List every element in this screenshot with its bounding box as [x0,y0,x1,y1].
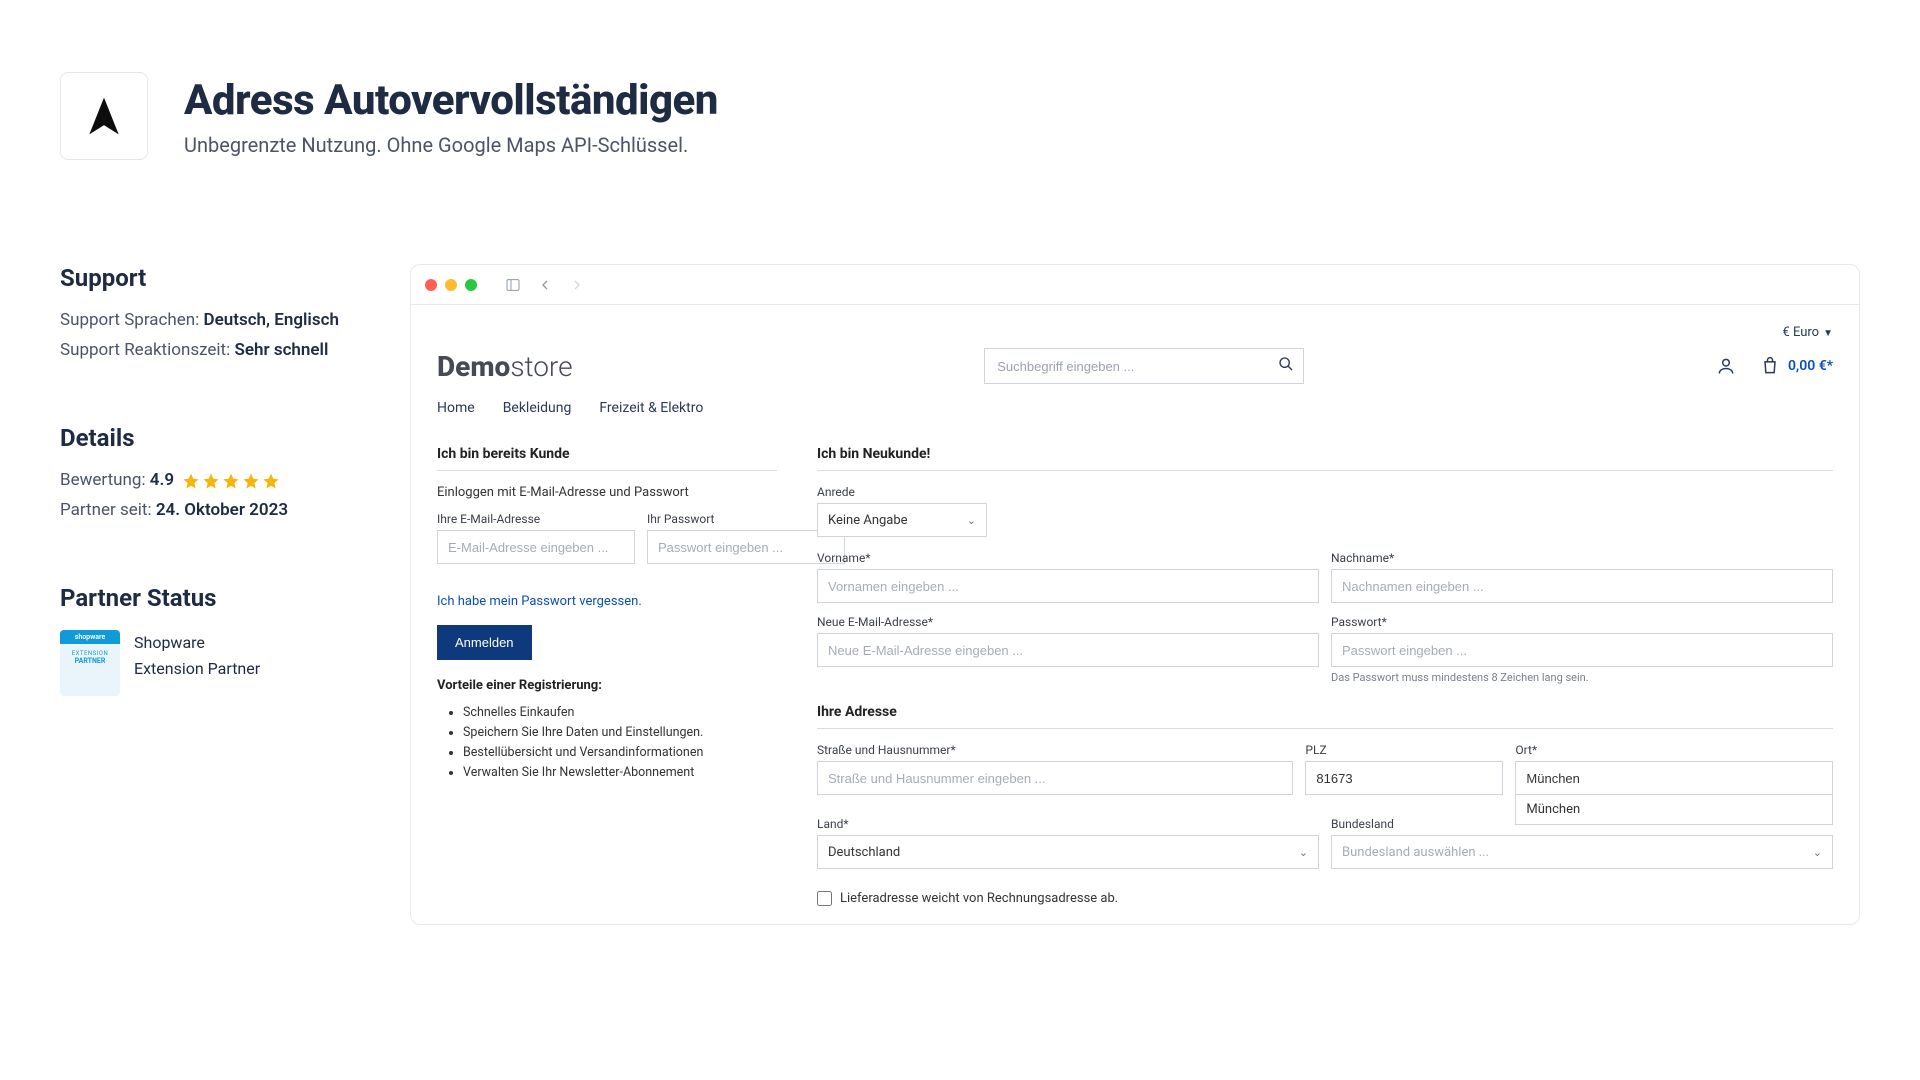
support-heading: Support [60,264,350,292]
firstname-label: Vorname* [817,551,1319,565]
login-email-label: Ihre E-Mail-Adresse [437,512,635,526]
badge-bot: PARTNER [60,657,120,665]
partner-since-value: 24. Oktober 2023 [156,500,288,520]
state-select[interactable]: Bundesland auswählen ... ⌄ [1331,835,1833,869]
cart-button[interactable]: 0,00 €* [1760,356,1833,376]
support-react-value: Sehr schnell [234,340,328,360]
partner-status-heading: Partner Status [60,584,350,612]
details-section: Details Bewertung: 4.9 [60,424,350,520]
benefit-item: Bestellübersicht und Versandinformatione… [463,743,777,763]
diff-shipping-checkbox[interactable] [817,891,832,906]
navigation-arrow-icon [82,94,126,138]
sidebar-toggle-icon[interactable] [505,277,521,293]
chevron-down-icon: ⌄ [967,514,976,527]
partner-status-section: Partner Status shopware EXTENSION PARTNE… [60,584,350,696]
star-icon [262,472,280,490]
login-email-input[interactable] [437,530,635,564]
salutation-select[interactable]: Keine Angabe ⌄ [817,503,987,537]
page-subtitle: Unbegrenzte Nutzung. Ohne Google Maps AP… [184,133,718,157]
cart-icon [1760,356,1780,376]
page-title: Adress Autovervollständigen [184,76,718,125]
sidebar: Support Support Sprachen: Deutsch, Engli… [60,264,350,925]
country-select[interactable]: Deutschland ⌄ [817,835,1319,869]
reg-email-label: Neue E-Mail-Adresse* [817,615,1319,629]
partner-since-label: Partner seit: [60,500,152,520]
lastname-label: Nachname* [1331,551,1833,565]
window-maximize-icon[interactable] [465,279,477,291]
reg-pass-label: Passwort* [1331,615,1833,629]
plz-label: PLZ [1305,743,1503,757]
window-close-icon[interactable] [425,279,437,291]
partner-line1: Shopware [134,630,260,656]
street-input[interactable] [817,761,1293,795]
register-heading: Ich bin Neukunde! [817,446,1833,471]
rating-stars [182,472,280,490]
account-icon[interactable] [1716,356,1736,376]
support-section: Support Support Sprachen: Deutsch, Engli… [60,264,350,360]
nav-back-icon[interactable] [537,277,553,293]
browser-window: € Euro▼ Demostore [410,264,1860,925]
partner-line2: Extension Partner [134,656,260,682]
nav-forward-icon[interactable] [569,277,585,293]
window-minimize-icon[interactable] [445,279,457,291]
support-lang-label: Support Sprachen: [60,310,199,330]
forgot-password-link[interactable]: Ich habe mein Passwort vergessen. [437,594,642,609]
store-logo[interactable]: Demostore [437,350,573,383]
reg-email-input[interactable] [817,633,1319,667]
ort-label: Ort* [1515,743,1833,757]
login-heading: Ich bin bereits Kunde [437,446,777,471]
ort-input[interactable] [1515,761,1833,795]
login-subtext: Einloggen mit E-Mail-Adresse und Passwor… [437,485,777,500]
details-heading: Details [60,424,350,452]
badge-top: shopware [60,630,120,644]
street-label: Straße und Hausnummer* [817,743,1293,757]
benefits-list: Schnelles Einkaufen Speichern Sie Ihre D… [437,703,777,783]
login-pass-input[interactable] [647,530,845,564]
partner-badge: shopware EXTENSION PARTNER [60,630,120,696]
search-icon[interactable] [1278,356,1294,376]
plz-input[interactable] [1305,761,1503,795]
support-react-label: Support Reaktionszeit: [60,340,230,360]
search-input[interactable] [984,348,1304,384]
star-icon [242,472,260,490]
diff-shipping-label: Lieferadresse weicht von Rechnungsadress… [840,891,1118,906]
benefits-heading: Vorteile einer Registrierung: [437,678,777,693]
page-header: Adress Autovervollständigen Unbegrenzte … [60,72,1860,160]
badge-mid: EXTENSION [60,644,120,657]
rating-value: 4.9 [150,470,174,490]
cart-total: 0,00 €* [1788,358,1833,374]
support-lang-value: Deutsch, Englisch [204,310,339,330]
currency-selector[interactable]: € Euro▼ [1782,325,1833,340]
star-icon [182,472,200,490]
salutation-label: Anrede [817,485,987,499]
benefit-item: Verwalten Sie Ihr Newsletter-Abonnement [463,763,777,783]
reg-pass-input[interactable] [1331,633,1833,667]
pass-hint: Das Passwort muss mindestens 8 Zeichen l… [1331,671,1833,684]
country-label: Land* [817,817,1319,831]
main-nav: Home Bekleidung Freizeit & Elektro [437,400,1833,416]
browser-titlebar [411,265,1859,305]
chevron-down-icon: ⌄ [1299,846,1308,859]
firstname-input[interactable] [817,569,1319,603]
nav-clothing[interactable]: Bekleidung [503,400,572,416]
star-icon [202,472,220,490]
nav-leisure[interactable]: Freizeit & Elektro [599,400,703,416]
nav-home[interactable]: Home [437,400,475,416]
autocomplete-suggestion[interactable]: München [1515,795,1833,825]
lastname-input[interactable] [1331,569,1833,603]
address-heading: Ihre Adresse [817,704,1833,729]
app-icon [60,72,148,160]
chevron-down-icon: ⌄ [1813,846,1822,859]
benefit-item: Speichern Sie Ihre Daten und Einstellung… [463,723,777,743]
benefit-item: Schnelles Einkaufen [463,703,777,723]
star-icon [222,472,240,490]
login-submit-button[interactable]: Anmelden [437,625,532,660]
rating-label: Bewertung: [60,470,146,490]
login-pass-label: Ihr Passwort [647,512,845,526]
